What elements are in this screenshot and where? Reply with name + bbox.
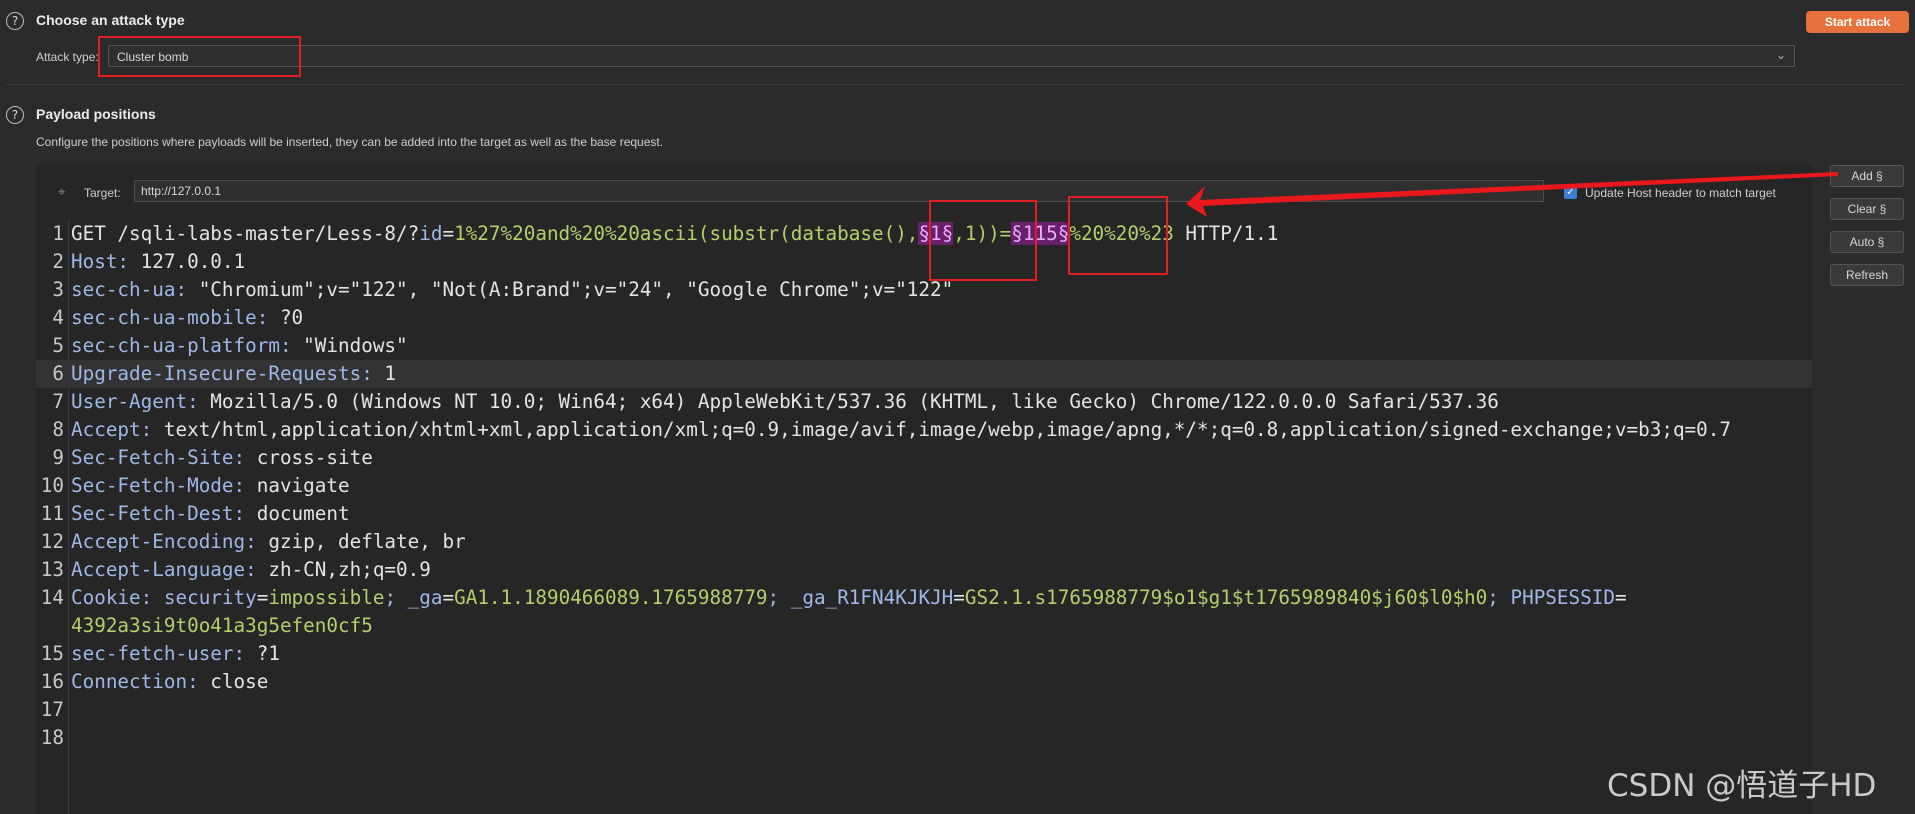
watermark: CSDN @悟道子HD	[1607, 768, 1877, 804]
annotation-arrow	[1186, 172, 1838, 217]
arrow-shape	[1186, 172, 1838, 217]
